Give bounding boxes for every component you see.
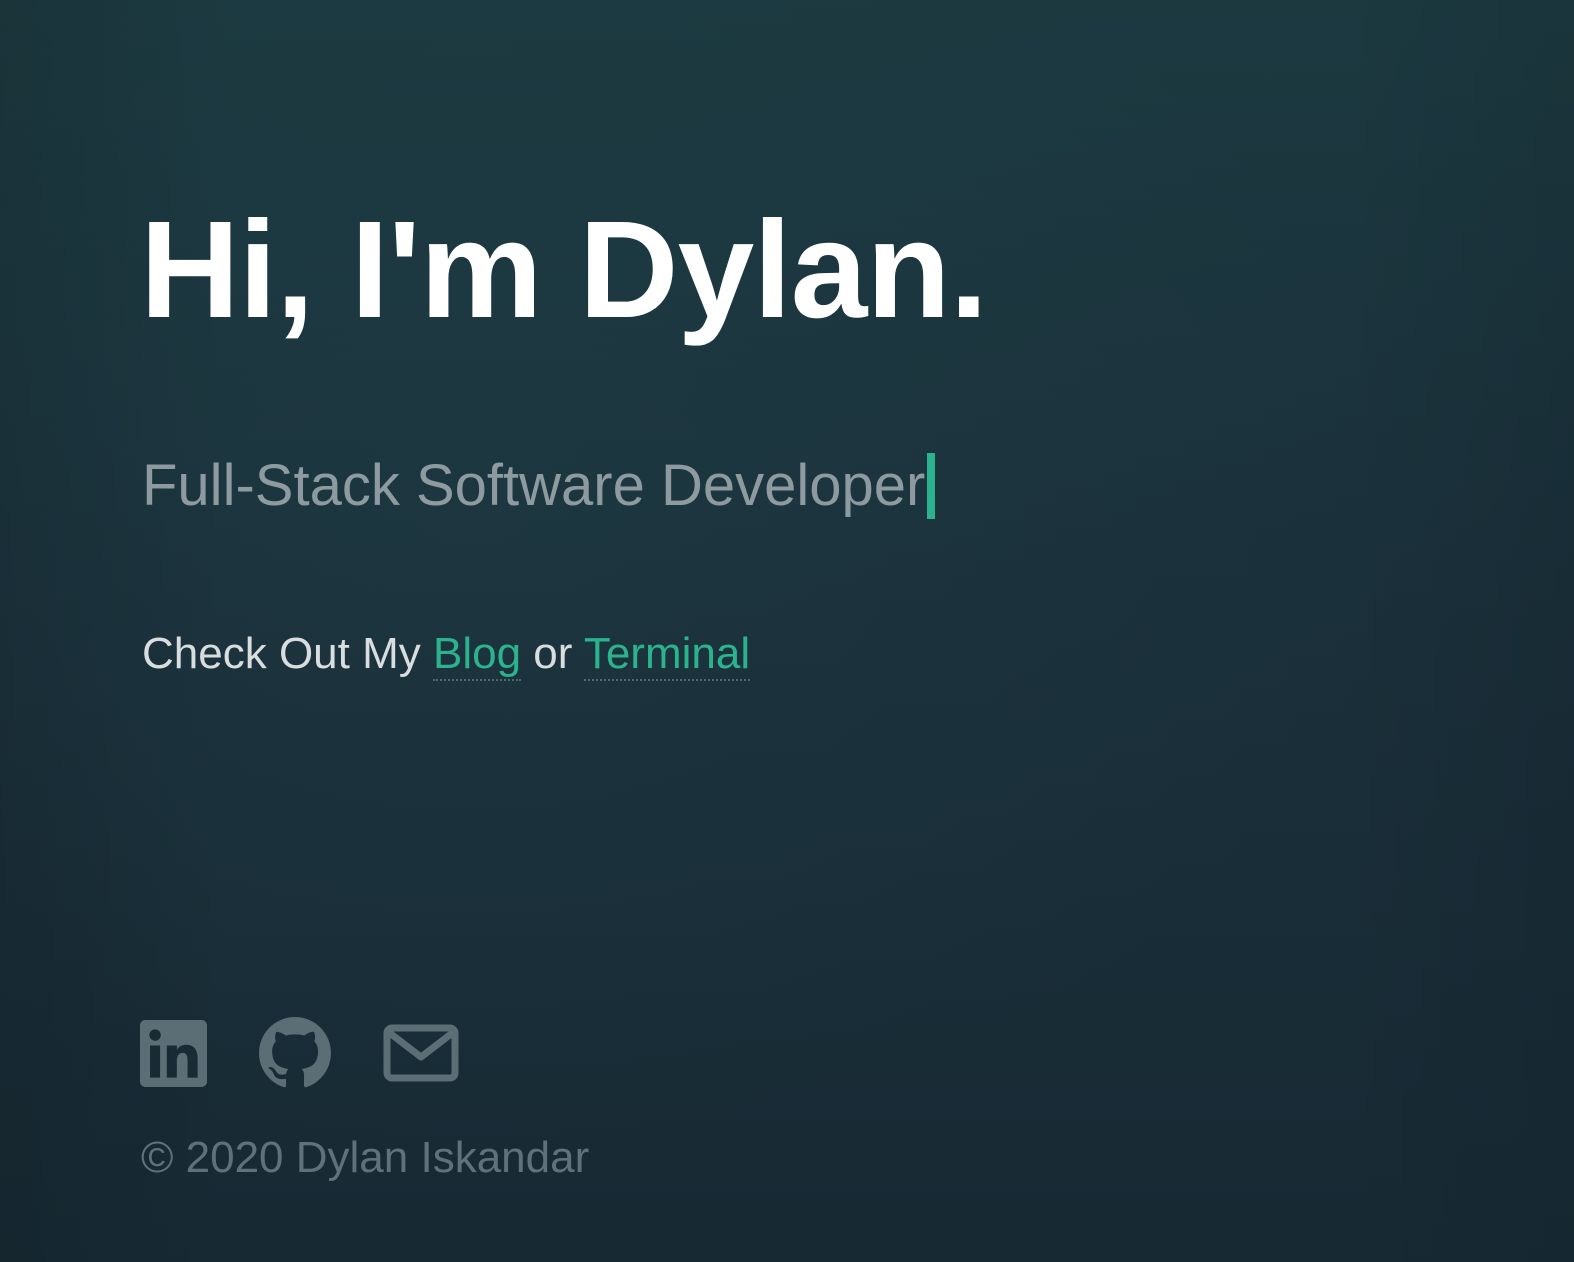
links-line: Check Out My Blog or Terminal — [142, 626, 751, 682]
hero-headline: Hi, I'm Dylan. — [140, 193, 988, 347]
github-icon — [259, 1017, 331, 1088]
links-separator: or — [521, 629, 584, 678]
linkedin-icon — [140, 1019, 207, 1087]
linkedin-link[interactable] — [140, 1019, 258, 1087]
social-links — [140, 1017, 459, 1089]
email-link[interactable] — [383, 1024, 459, 1082]
terminal-link[interactable]: Terminal — [583, 629, 751, 681]
hero-subtitle: Full-Stack Software Developer — [142, 448, 936, 524]
typing-caret — [927, 453, 936, 519]
github-link[interactable] — [258, 1017, 383, 1089]
copyright-text: © 2020 Dylan Iskandar — [141, 1133, 590, 1182]
mail-icon — [383, 1024, 459, 1082]
subtitle-text: Full-Stack Software Developer — [142, 453, 926, 518]
links-prefix: Check Out My — [142, 629, 433, 678]
blog-link[interactable]: Blog — [432, 629, 522, 681]
